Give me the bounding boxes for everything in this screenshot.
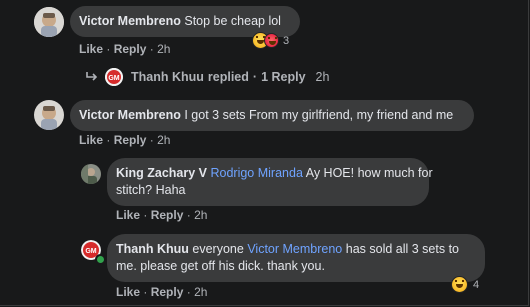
avatar: GM [105,68,123,86]
reaction-count: 3 [283,34,290,47]
reply-arrow-icon [86,72,98,81]
reaction-count: 4 [473,278,480,291]
reply-text: has sold all 3 sets to [345,242,460,256]
reply-timestamp[interactable]: 2h [194,285,207,299]
mention-link[interactable]: Rodrigo Miranda [210,166,302,180]
comment-author[interactable]: Victor Membreno [79,14,181,28]
haha-reaction-icon [264,33,279,48]
avatar-image [34,7,64,37]
reply-text: me. please get off his dick. thank you. [116,259,325,273]
reply-button[interactable]: Reply [114,42,147,56]
avatar-image [34,100,64,130]
reaction-summary[interactable]: 4 [451,276,479,293]
reply-author[interactable]: Thanh Khuu [116,242,189,256]
reply-button[interactable]: Reply [114,133,147,147]
comment-timestamp[interactable]: 2h [157,42,170,56]
like-button[interactable]: Like [116,208,140,222]
comment-actions: Like · Reply · 2h [79,42,171,56]
svg-text:GM: GM [85,248,96,255]
reaction-summary[interactable]: 3 [252,32,289,49]
comment-timestamp[interactable]: 2h [157,133,170,147]
replied-author: Thanh Khuu [131,70,204,84]
reply-count: 1 Reply [261,70,306,84]
online-status-icon [95,254,106,265]
comment-author[interactable]: Victor Membreno [79,108,181,122]
reply-actions: Like · Reply · 2h [116,208,208,222]
comment-text: Stop be cheap lol [184,14,281,28]
like-button[interactable]: Like [79,42,103,56]
reply-bubble: King Zachary V Rodrigo Miranda Ay HOE! h… [107,158,433,206]
avatar[interactable] [34,100,64,130]
reply-author[interactable]: King Zachary V [116,166,207,180]
reply-actions: Like · Reply · 2h [116,285,208,299]
comment-text: I got 3 sets From my girlfriend, my frie… [184,108,454,122]
avatar[interactable] [81,164,101,184]
reply-bubble: Thanh Khuu everyone Victor Membreno has … [107,234,485,282]
reply-text: everyone [192,242,244,256]
mention-link[interactable]: Victor Membreno [247,242,342,256]
reply-button[interactable]: Reply [151,208,184,222]
svg-text:GM: GM [108,75,119,82]
reply-button[interactable]: Reply [151,285,184,299]
like-button[interactable]: Like [116,285,140,299]
comments-panel: Victor Membreno Stop be cheap lol 3 Like… [0,0,529,306]
reply-text: stitch? Haha [116,183,186,197]
replied-label: replied [207,70,249,84]
reply-text: Ay HOE! how much for [305,166,433,180]
reply-timestamp[interactable]: 2h [194,208,207,222]
comment-bubble: Victor Membreno I got 3 sets From my gir… [70,100,474,131]
comment-actions: Like · Reply · 2h [79,133,171,147]
avatar-image [81,164,101,184]
replied-timestamp: 2h [315,70,330,84]
view-replies-link[interactable]: GM Thanh Khuu replied · 1 Reply 2h [85,68,329,86]
like-button[interactable]: Like [79,133,103,147]
avatar[interactable] [34,7,64,37]
haha-reaction-icon [451,276,468,293]
